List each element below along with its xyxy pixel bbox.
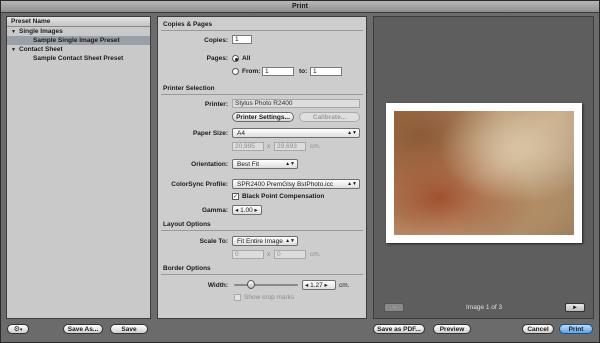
preset-group-contact-sheet[interactable]: ▼ Contact Sheet — [7, 45, 150, 54]
paper-size-popup[interactable]: A4 ▲▼ — [232, 128, 360, 138]
colorsync-profile-label: ColorSync Profile: — [171, 181, 228, 188]
scale-to-popup[interactable]: Fit Entire Image ▲▼ — [232, 236, 298, 246]
copies-label: Copies: — [204, 37, 228, 44]
gear-menu-button[interactable]: ⚙▾ — [7, 324, 29, 334]
preset-list-panel: Preset Name ▼ Single Images Sample Single… — [6, 16, 151, 319]
scale-width-field: 0 — [232, 250, 264, 259]
stepper-right-icon[interactable]: ▸ — [255, 207, 258, 214]
preset-item-single-image[interactable]: Sample Single Image Preset — [7, 36, 150, 45]
popup-arrows-icon: ▲▼ — [285, 161, 295, 167]
printer-label: Printer: — [204, 101, 228, 108]
previous-image-button[interactable]: ◄ — [384, 303, 404, 312]
paper-size-value: A4 — [237, 130, 245, 137]
save-as-button[interactable]: Save As... — [63, 324, 103, 334]
gamma-stepper[interactable]: ◂ 1.00 ▸ — [232, 205, 262, 215]
gamma-value: 1.00 — [240, 207, 253, 214]
black-point-label: Black Point Compensation — [242, 193, 325, 200]
section-title-layout-options: Layout Options — [163, 221, 211, 228]
chevron-down-icon: ▾ — [19, 327, 23, 333]
image-counter: Image 1 of 3 — [466, 304, 503, 311]
printer-settings-button[interactable]: Printer Settings... — [232, 112, 294, 122]
pages-to-label: to: — [299, 68, 308, 75]
black-point-checkbox[interactable]: ✓ — [232, 193, 239, 200]
next-image-button[interactable]: ► — [565, 303, 585, 312]
border-width-stepper[interactable]: ◂ 1.27 ▸ — [302, 280, 336, 290]
scale-x-label: x — [267, 251, 271, 258]
preset-group-label: Single Images — [19, 28, 63, 35]
colorsync-profile-value: SPR2400 PremGlsy BstPhoto.icc — [237, 181, 334, 188]
border-width-slider-thumb[interactable] — [247, 280, 256, 289]
preset-item-contact-sheet[interactable]: Sample Contact Sheet Preset — [7, 54, 150, 63]
section-divider — [161, 30, 363, 31]
paper-unit-label: cm. — [310, 143, 321, 150]
scale-to-label: Scale To: — [199, 238, 228, 245]
border-width-label: Width: — [207, 282, 228, 289]
window-title: Print — [1, 1, 599, 13]
pages-from-radio[interactable] — [232, 68, 239, 75]
calibrate-button[interactable]: Calibrate... — [299, 112, 360, 122]
cancel-button[interactable]: Cancel — [522, 324, 554, 334]
popup-arrows-icon: ▲▼ — [285, 238, 295, 244]
paper-size-label: Paper Size: — [192, 130, 228, 137]
scale-height-field: 0 — [274, 250, 306, 259]
gamma-label: Gamma: — [201, 207, 228, 214]
disclosure-triangle-icon[interactable]: ▼ — [11, 28, 19, 37]
pages-to-field[interactable]: 1 — [310, 67, 342, 76]
section-divider — [161, 274, 363, 275]
border-unit-label: cm. — [339, 282, 350, 289]
pages-all-label: All — [242, 55, 251, 62]
preset-list-header: Preset Name — [7, 17, 150, 27]
border-width-value: 1.27 — [310, 282, 323, 289]
section-title-border-options: Border Options — [163, 265, 211, 272]
preview-paper — [386, 103, 582, 243]
scale-unit-label: cm. — [310, 251, 321, 258]
pages-all-radio[interactable] — [232, 55, 239, 62]
scale-to-value: Fit Entire Image — [237, 238, 283, 245]
border-width-slider-track[interactable] — [234, 284, 298, 286]
save-as-pdf-button[interactable]: Save as PDF... — [373, 324, 425, 334]
preset-group-label: Contact Sheet — [19, 46, 63, 53]
show-crop-marks-checkbox[interactable] — [234, 294, 241, 301]
print-window: Print Preset Name ▼ Single Images Sample … — [0, 0, 600, 343]
paper-width-field: 20,995 — [232, 142, 264, 151]
show-crop-marks-label: Show crop marks — [244, 294, 295, 301]
pages-from-field[interactable]: 1 — [262, 67, 294, 76]
section-divider — [161, 230, 363, 231]
section-divider — [161, 94, 363, 95]
stepper-left-icon[interactable]: ◂ — [305, 282, 308, 289]
disclosure-triangle-icon[interactable]: ▼ — [11, 46, 19, 55]
paper-height-field: 29,693 — [274, 142, 306, 151]
popup-arrows-icon: ▲▼ — [347, 130, 357, 136]
preview-photo — [394, 111, 574, 235]
printer-field: Stylus Photo R2400 — [232, 99, 360, 108]
stepper-left-icon[interactable]: ◂ — [235, 207, 238, 214]
print-button[interactable]: Print — [559, 324, 593, 334]
preset-group-single-images[interactable]: ▼ Single Images — [7, 27, 150, 36]
stepper-right-icon[interactable]: ▸ — [325, 282, 328, 289]
section-title-printer-selection: Printer Selection — [163, 85, 215, 92]
preview-button[interactable]: Preview — [433, 324, 471, 334]
orientation-value: Best Fit — [237, 161, 260, 168]
popup-arrows-icon: ▲▼ — [347, 181, 357, 187]
section-title-copies-pages: Copies & Pages — [163, 21, 213, 28]
print-preview-panel: ◄ Image 1 of 3 ► — [373, 16, 594, 319]
print-settings-panel: Copies & Pages Copies: 1 Pages: All From… — [157, 16, 367, 319]
pages-from-label: From: — [242, 68, 261, 75]
save-button[interactable]: Save — [110, 324, 148, 334]
colorsync-profile-popup[interactable]: SPR2400 PremGlsy BstPhoto.icc ▲▼ — [232, 179, 360, 189]
orientation-label: Orientation: — [191, 161, 228, 168]
paper-x-label: x — [267, 143, 271, 150]
pages-label: Pages: — [206, 55, 228, 62]
orientation-popup[interactable]: Best Fit ▲▼ — [232, 159, 298, 169]
copies-field[interactable]: 1 — [232, 35, 252, 44]
